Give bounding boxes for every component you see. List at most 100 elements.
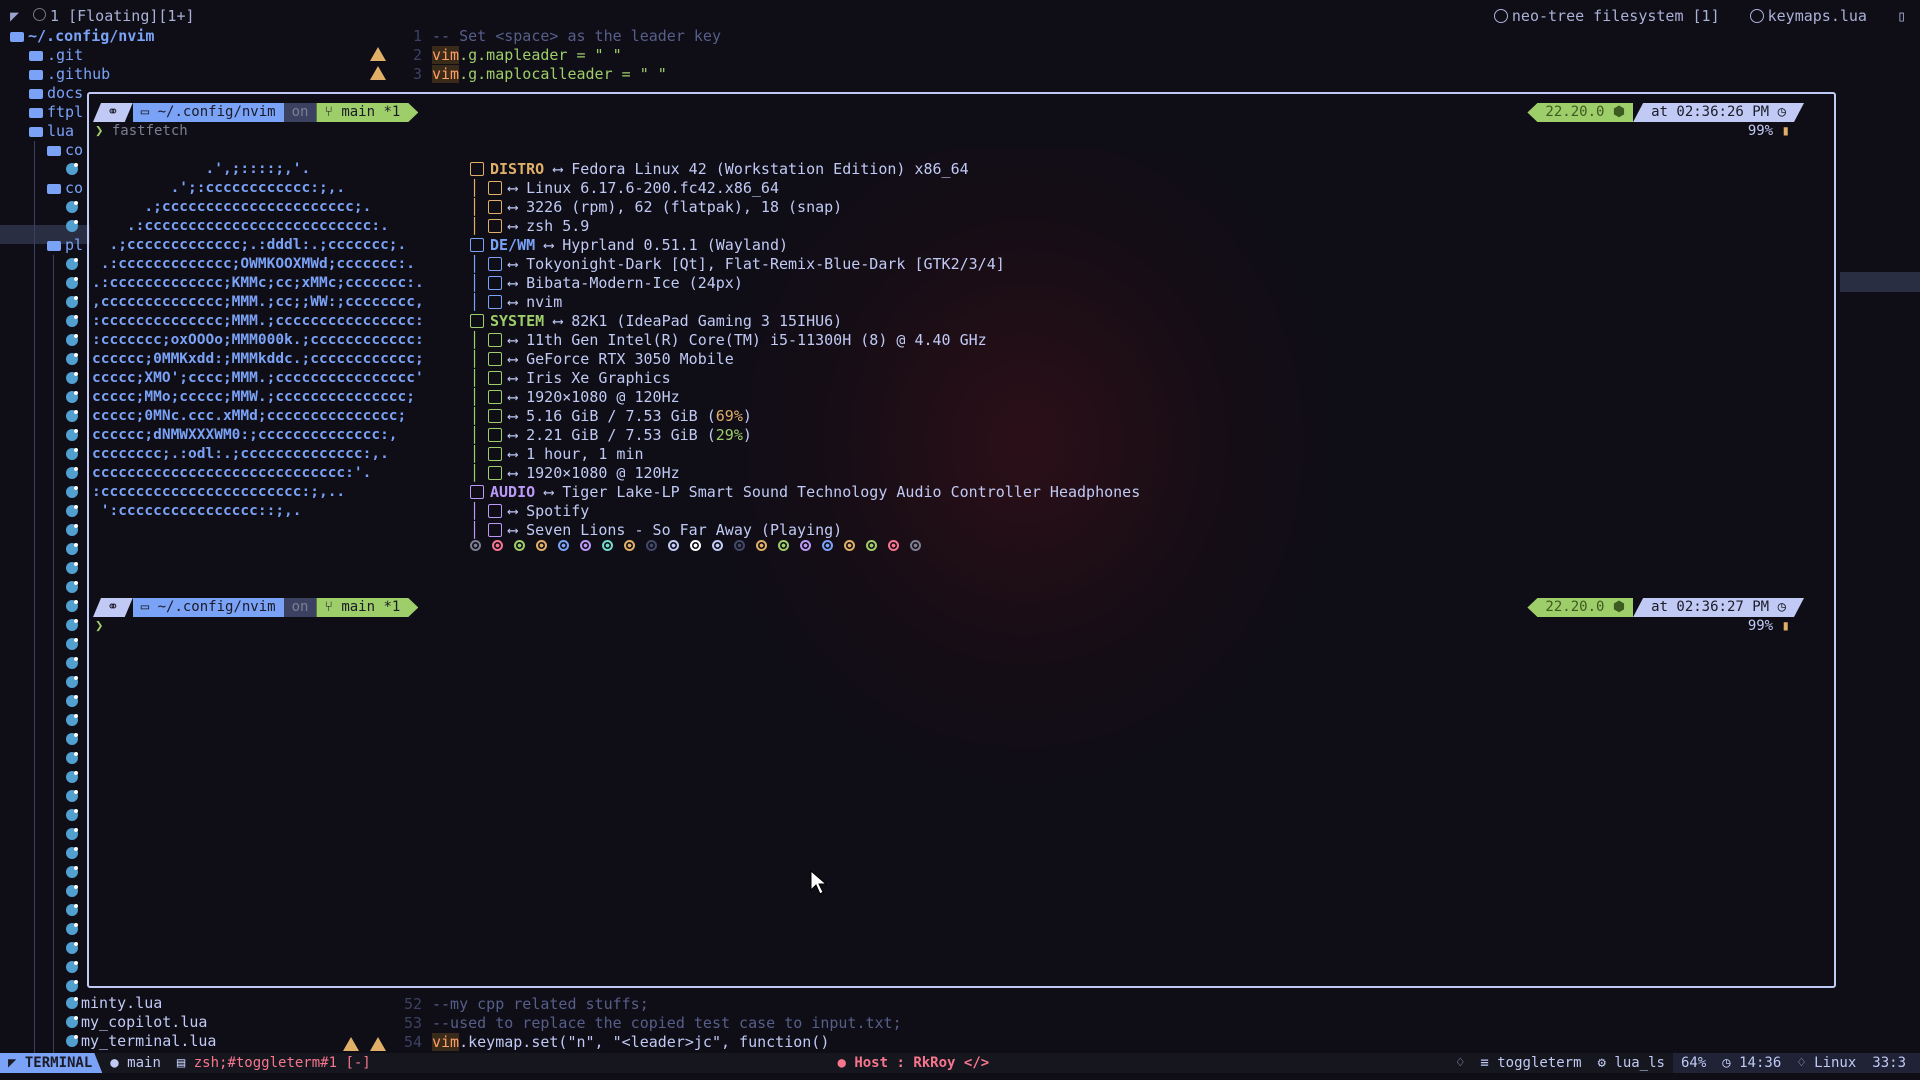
tree-lua-file[interactable]	[66, 559, 81, 578]
warning-icon	[343, 1037, 359, 1051]
arrow-icon: ⟷	[508, 426, 527, 444]
category-label: AUDIO	[490, 483, 536, 501]
info-value: Seven Lions - So Far Away (Playing)	[526, 521, 843, 539]
lua-file-icon	[66, 429, 78, 441]
tree-folder-lua[interactable]: lua	[29, 122, 74, 141]
workspace-indicator[interactable]: 1 [Floating][1+]	[33, 7, 195, 25]
editor-line[interactable]: 2 vim.g.mapleader = " "	[398, 46, 622, 65]
command-line: ❯ fastfetch	[95, 123, 188, 139]
ascii-line: :cccccccccccccc;MMM.;cccccccccccccccc:	[92, 313, 424, 329]
info-value: Iris Xe Graphics	[526, 369, 671, 387]
category-label: DE/WM	[490, 236, 536, 254]
scrollbar-thumb[interactable]	[1840, 272, 1920, 292]
tree-lua-file[interactable]	[66, 863, 81, 882]
tree-lua-file[interactable]	[66, 939, 81, 958]
tree-lua-file[interactable]	[66, 768, 81, 787]
tree-lua-file[interactable]	[66, 787, 81, 806]
lua-file-icon	[66, 543, 78, 555]
editor-line[interactable]: 53 --used to replace the copied test case…	[398, 1014, 902, 1033]
arrow-icon: ⟷	[508, 464, 527, 482]
tree-folder-co-1[interactable]: co	[47, 141, 83, 160]
tree-folder-co-2[interactable]: co	[47, 179, 83, 198]
editor-line[interactable]: 52 --my cpp related stuffs;	[398, 995, 649, 1014]
tree-lua-file[interactable]	[66, 654, 81, 673]
tree-guide: │	[470, 255, 489, 273]
tree-lua-file[interactable]	[66, 312, 81, 331]
tree-lua-file[interactable]	[66, 635, 81, 654]
tree-file-my-terminal[interactable]: my_terminal.lua	[66, 1032, 216, 1051]
arrow-icon: ⟷	[508, 217, 527, 235]
detail-icon	[488, 447, 503, 461]
tree-lua-file[interactable]	[66, 901, 81, 920]
tree-lua-file[interactable]	[66, 920, 81, 939]
info-value: 5.16 GiB / 7.53 GiB (	[526, 407, 716, 425]
info-value: 1 hour, 1 min	[526, 445, 644, 463]
tree-lua-file[interactable]	[66, 578, 81, 597]
ascii-line: :ccccccccccccccccccccccc:;,..	[92, 484, 346, 500]
ascii-line: .;cccccccccccccccccccccc;.	[92, 199, 372, 215]
tab-neo-tree[interactable]: neo-tree filesystem [1]	[1493, 7, 1720, 25]
tree-lua-file[interactable]	[66, 882, 81, 901]
detail-icon	[488, 219, 503, 233]
lsp-client[interactable]: ⚙ lua_ls	[1590, 1053, 1673, 1073]
tree-lua-file[interactable]	[66, 502, 81, 521]
tree-lua-file[interactable]	[66, 426, 81, 445]
tree-lua-file[interactable]	[66, 749, 81, 768]
tree-lua-file[interactable]	[66, 331, 81, 350]
tree-folder-git[interactable]: .git	[29, 46, 83, 65]
tree-lua-file[interactable]	[66, 844, 81, 863]
git-branch[interactable]: ● main	[102, 1053, 169, 1073]
tree-lua-file[interactable]	[66, 198, 81, 217]
tree-lua-file[interactable]	[66, 521, 81, 540]
prompt-on: on	[283, 103, 317, 122]
tree-lua-file[interactable]	[66, 806, 81, 825]
tree-lua-file[interactable]	[66, 445, 81, 464]
tab-keymaps[interactable]: keymaps.lua	[1749, 7, 1867, 25]
tree-lua-file[interactable]	[66, 958, 81, 977]
prompt-chevron-icon: ❯	[95, 618, 104, 634]
editor-line[interactable]: 3 vim.g.maplocalleader = " "	[398, 65, 667, 84]
tree-lua-file[interactable]	[66, 350, 81, 369]
tree-root[interactable]: ~/.config/nvim	[10, 27, 154, 46]
tree-lua-file[interactable]	[66, 483, 81, 502]
tree-lua-file[interactable]	[66, 293, 81, 312]
color-dot-icon	[470, 540, 481, 551]
color-dot-icon	[910, 540, 921, 551]
tree-lua-file[interactable]	[66, 407, 81, 426]
lua-file-icon	[66, 505, 78, 517]
git-branch-icon: ⑂	[324, 599, 342, 615]
tree-lua-file[interactable]	[66, 388, 81, 407]
tree-lua-file[interactable]	[66, 540, 81, 559]
tree-lua-file[interactable]	[66, 217, 81, 236]
tree-lua-file[interactable]	[66, 616, 81, 635]
buffer-name[interactable]: ▤ zsh;#toggleterm#1 [-]	[169, 1053, 379, 1073]
tree-folder-docs[interactable]: docs	[29, 84, 83, 103]
tree-folder-ftpl[interactable]: ftpl	[29, 103, 83, 122]
editor-line[interactable]: 54 vim.keymap.set("n", "<leader>jc", func…	[398, 1033, 829, 1052]
category-label: DISTRO	[490, 160, 545, 178]
tree-lua-file[interactable]	[66, 692, 81, 711]
tree-folder-pl[interactable]: pl	[47, 236, 83, 255]
command-line-empty[interactable]: ❯	[95, 617, 103, 636]
tree-file-my-copilot[interactable]: my_copilot.lua	[66, 1013, 207, 1032]
tree-lua-file[interactable]	[66, 673, 81, 692]
shell-prompt: ⚭ ▭ ~/.config/nvim on ⑂ main *1	[93, 598, 418, 617]
tree-lua-file[interactable]	[66, 160, 81, 179]
tree-lua-file[interactable]	[66, 274, 81, 293]
usage-percent: 29%	[715, 426, 743, 444]
tree-file-minty[interactable]: minty.lua	[66, 994, 162, 1013]
tree-lua-file[interactable]	[66, 730, 81, 749]
statusline: ◤ TERMINAL ● main ▤ zsh;#toggleterm#1 [-…	[0, 1053, 1920, 1073]
tree-lua-file[interactable]	[66, 597, 81, 616]
tree-guide: │	[470, 179, 489, 197]
tree-folder-github[interactable]: .github	[29, 65, 110, 84]
tree-lua-file[interactable]	[66, 711, 81, 730]
editor-line[interactable]: 1 -- Set <space> as the leader key	[398, 27, 721, 46]
tree-lua-file[interactable]	[66, 255, 81, 274]
lua-file-icon	[66, 828, 78, 840]
fastfetch-row: DE/WM ⟷ Hyprland 0.51.1 (Wayland)	[470, 236, 1140, 255]
cursor-position: 33:3	[1864, 1053, 1920, 1073]
tree-lua-file[interactable]	[66, 464, 81, 483]
tree-lua-file[interactable]	[66, 825, 81, 844]
tree-lua-file[interactable]	[66, 369, 81, 388]
